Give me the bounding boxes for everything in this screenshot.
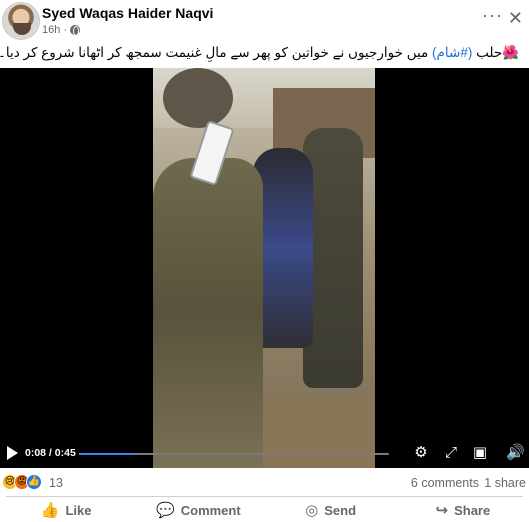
close-icon[interactable]: ✕	[508, 8, 523, 29]
share-icon: ↪	[435, 502, 449, 519]
play-icon[interactable]	[7, 446, 18, 460]
caption-city: حلب	[476, 45, 503, 60]
video-frame	[153, 68, 375, 468]
reaction-icons[interactable]: 😢 😡 👍	[2, 474, 42, 490]
volume-icon[interactable]: 🔊	[506, 444, 525, 462]
video-player[interactable]: 0:08 / 0:45 ⚙ ⤢ ▣ 🔊	[0, 68, 529, 468]
share-button[interactable]: ↪ Share	[397, 498, 529, 522]
author-name[interactable]: Syed Waqas Haider Naqvi	[42, 5, 213, 21]
like-label: Like	[65, 502, 92, 518]
picture-in-picture-icon[interactable]: ▣	[471, 444, 489, 462]
globe-icon	[70, 25, 81, 36]
post-header: Syed Waqas Haider Naqvi 16h · ··· ✕	[0, 0, 529, 42]
more-options-icon[interactable]: ···	[482, 6, 503, 24]
hashtag-link[interactable]: (#شام)	[432, 45, 472, 60]
settings-gear-icon[interactable]: ⚙	[412, 444, 430, 462]
video-progress-bar[interactable]	[79, 453, 389, 455]
caption-text: میں خوارجیوں نے خواتین کو پھر سے مالِ غن…	[0, 45, 429, 60]
avatar[interactable]	[2, 2, 40, 40]
expand-icon[interactable]: ⤢	[442, 444, 460, 462]
action-bar: 👍 Like 💬 Comment ◎ Send ↪ Share	[0, 498, 529, 522]
comment-label: Comment	[180, 502, 241, 518]
video-progress-fill	[79, 453, 135, 455]
divider	[6, 496, 523, 497]
thumbs-up-icon: 👍	[40, 502, 60, 519]
share-label: Share	[454, 502, 491, 518]
reactions-row: 😢 😡 👍 13 6 comments 1 share	[0, 470, 529, 496]
send-label: Send	[324, 502, 357, 518]
shares-count[interactable]: 1 share	[484, 476, 526, 490]
like-button[interactable]: 👍 Like	[0, 498, 132, 522]
send-button[interactable]: ◎ Send	[265, 498, 397, 522]
post-meta: 16h ·	[42, 24, 81, 36]
reaction-count[interactable]: 13	[49, 476, 63, 490]
post-caption: 🌺حلب (#شام) میں خوارجیوں نے خواتین کو پھ…	[0, 42, 529, 66]
post-time[interactable]: 16h	[42, 24, 60, 36]
comment-button[interactable]: 💬 Comment	[132, 498, 264, 522]
video-controls: 0:08 / 0:45 ⚙ ⤢ ▣ 🔊	[0, 440, 529, 468]
comment-icon: 💬	[156, 502, 175, 519]
video-time: 0:08 / 0:45	[25, 447, 76, 459]
like-icon: 👍	[26, 474, 42, 490]
comments-count[interactable]: 6 comments	[411, 476, 479, 490]
flower-emoji: 🌺	[502, 45, 519, 60]
messenger-icon: ◎	[305, 502, 319, 519]
